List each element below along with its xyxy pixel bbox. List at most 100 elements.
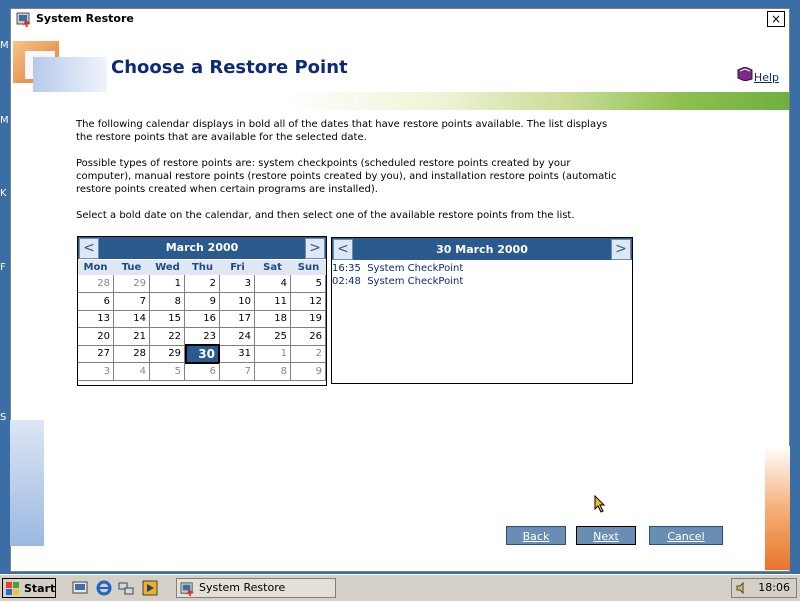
calendar-day[interactable]: 7 bbox=[114, 293, 150, 311]
start-button[interactable]: Start bbox=[2, 578, 56, 598]
calendar-day-other-month[interactable]: 8 bbox=[255, 363, 291, 381]
calendar-day[interactable]: 20 bbox=[78, 328, 114, 346]
mouse-cursor-icon bbox=[594, 495, 606, 513]
weekday-label: Mon bbox=[83, 262, 108, 273]
calendar-day-other-month[interactable]: 4 bbox=[114, 363, 150, 381]
desktop-icon-label: F bbox=[0, 262, 6, 273]
calendar-day[interactable]: 17 bbox=[220, 310, 255, 328]
weekday-label: Sat bbox=[263, 262, 282, 273]
taskbar-window-label: System Restore bbox=[199, 581, 286, 594]
description-paragraph: The following calendar displays in bold … bbox=[76, 119, 608, 143]
taskbar-window-button[interactable]: System Restore bbox=[176, 578, 336, 598]
calendar-day-other-month[interactable]: 5 bbox=[150, 363, 185, 381]
calendar-month-label: March 2000 bbox=[165, 241, 239, 254]
weekday-header-row: Mon Tue Wed Thu Fri Sat Sun bbox=[78, 260, 326, 275]
header-gradient-band bbox=[11, 92, 789, 110]
calendar-day[interactable]: 26 bbox=[291, 328, 326, 346]
calendar-day[interactable]: 18 bbox=[255, 310, 291, 328]
title-bar[interactable]: System Restore × bbox=[11, 9, 789, 29]
page-title: Choose a Restore Point bbox=[111, 57, 348, 78]
start-label: Start bbox=[24, 582, 56, 595]
calendar-day[interactable]: 2 bbox=[185, 275, 220, 293]
desktop-icon-label: S bbox=[0, 412, 7, 423]
calendar-day[interactable]: 19 bbox=[291, 310, 326, 328]
calendar-day[interactable]: 5 bbox=[291, 275, 326, 293]
weekday-label: Thu bbox=[191, 262, 214, 273]
desktop-decoration bbox=[765, 446, 790, 570]
weekday-label: Fri bbox=[230, 262, 245, 273]
taskbar: Start System Restore 18:06 bbox=[0, 574, 800, 601]
close-button[interactable]: × bbox=[767, 11, 785, 27]
calendar-day[interactable]: 4 bbox=[255, 275, 291, 293]
calendar-day-other-month[interactable]: 28 bbox=[78, 275, 114, 293]
wizard-header: Choose a Restore Point Help bbox=[11, 29, 789, 93]
clock: 18:06 bbox=[758, 581, 790, 594]
desktop-icon-label: M bbox=[0, 40, 9, 51]
calendar-day[interactable]: 29 bbox=[150, 345, 185, 363]
internet-explorer-icon[interactable] bbox=[96, 580, 112, 596]
calendar-day-other-month[interactable]: 9 bbox=[291, 363, 326, 381]
show-desktop-icon[interactable] bbox=[72, 580, 88, 596]
desktop-icon-label: K bbox=[0, 188, 7, 199]
speaker-icon[interactable] bbox=[736, 582, 748, 594]
calendar-day-other-month[interactable]: 2 bbox=[291, 345, 326, 363]
calendar-day[interactable]: 13 bbox=[78, 310, 114, 328]
calendar-day-other-month[interactable]: 29 bbox=[114, 275, 150, 293]
restore-list-next-button[interactable]: > bbox=[611, 239, 631, 260]
calendar-day-other-month[interactable]: 1 bbox=[255, 345, 291, 363]
calendar-day[interactable]: 15 bbox=[150, 310, 185, 328]
restore-point-item[interactable]: 16:35 System CheckPoint bbox=[332, 263, 463, 274]
calendar-day[interactable]: 10 bbox=[220, 293, 255, 311]
calendar-day[interactable]: 24 bbox=[220, 328, 255, 346]
cancel-button[interactable]: Cancel bbox=[649, 526, 723, 545]
weekday-label: Wed bbox=[155, 262, 180, 273]
description-paragraph: Possible types of restore points are: sy… bbox=[76, 158, 617, 195]
calendar-day-other-month[interactable]: 7 bbox=[220, 363, 255, 381]
calendar-day[interactable]: 8 bbox=[150, 293, 185, 311]
calendar-day[interactable]: 31 bbox=[220, 345, 255, 363]
window-title: System Restore bbox=[36, 12, 134, 25]
description-paragraph: Select a bold date on the calendar, and … bbox=[76, 210, 575, 221]
system-tray: 18:06 bbox=[731, 578, 797, 598]
calendar-day[interactable]: 3 bbox=[220, 275, 255, 293]
calendar-day-other-month[interactable]: 6 bbox=[185, 363, 220, 381]
calendar-day[interactable]: 6 bbox=[78, 293, 114, 311]
calendar-day[interactable]: 11 bbox=[255, 293, 291, 311]
calendar-day[interactable]: 21 bbox=[114, 328, 150, 346]
system-restore-logo bbox=[13, 41, 107, 93]
calendar-day[interactable]: 14 bbox=[114, 310, 150, 328]
restore-point-label: System CheckPoint bbox=[367, 276, 464, 287]
calendar-day[interactable]: 16 bbox=[185, 310, 220, 328]
restore-point-time: 16:35 bbox=[332, 263, 361, 274]
help-link[interactable]: Help bbox=[754, 71, 779, 84]
calendar-day[interactable]: 27 bbox=[78, 345, 114, 363]
network-icon[interactable] bbox=[118, 580, 134, 596]
calendar-header: < March 2000 > bbox=[78, 237, 326, 259]
restore-list-date: 30 March 2000 bbox=[436, 243, 528, 256]
help-book-icon bbox=[737, 67, 753, 81]
back-button[interactable]: Back bbox=[506, 526, 566, 545]
calendar-day-grid: 28 29 1 2 3 4 5 6 7 8 9 10 11 12 13 14 15 16 17 18 19 20 21 22 2… bbox=[78, 275, 326, 383]
calendar-day[interactable]: 9 bbox=[185, 293, 220, 311]
desktop-icon-label: M bbox=[0, 115, 9, 126]
system-restore-icon bbox=[16, 12, 31, 27]
calendar-day[interactable]: 22 bbox=[150, 328, 185, 346]
restore-point-item[interactable]: 02:48 System CheckPoint bbox=[332, 276, 463, 287]
calendar-day[interactable]: 1 bbox=[150, 275, 185, 293]
calendar-day[interactable]: 25 bbox=[255, 328, 291, 346]
calendar-day[interactable]: 28 bbox=[114, 345, 150, 363]
calendar-day-other-month[interactable]: 3 bbox=[78, 363, 114, 381]
restore-list-header: < 30 March 2000 > bbox=[332, 238, 632, 260]
media-player-icon[interactable] bbox=[142, 580, 158, 596]
next-button[interactable]: Next bbox=[576, 526, 636, 545]
weekday-label: Tue bbox=[121, 262, 142, 273]
restore-calendar: < March 2000 > Mon Tue Wed Thu Fri Sat S… bbox=[77, 236, 327, 386]
restore-point-time: 02:48 bbox=[332, 276, 361, 287]
system-restore-window: System Restore × Choose a Restore Point … bbox=[10, 8, 790, 572]
calendar-next-month-button[interactable]: > bbox=[305, 238, 325, 259]
windows-logo-icon bbox=[6, 582, 19, 595]
system-restore-icon bbox=[180, 582, 195, 596]
calendar-day-selected[interactable]: 30 bbox=[185, 344, 220, 364]
weekday-label: Sun bbox=[297, 262, 320, 273]
calendar-day[interactable]: 12 bbox=[291, 293, 326, 311]
